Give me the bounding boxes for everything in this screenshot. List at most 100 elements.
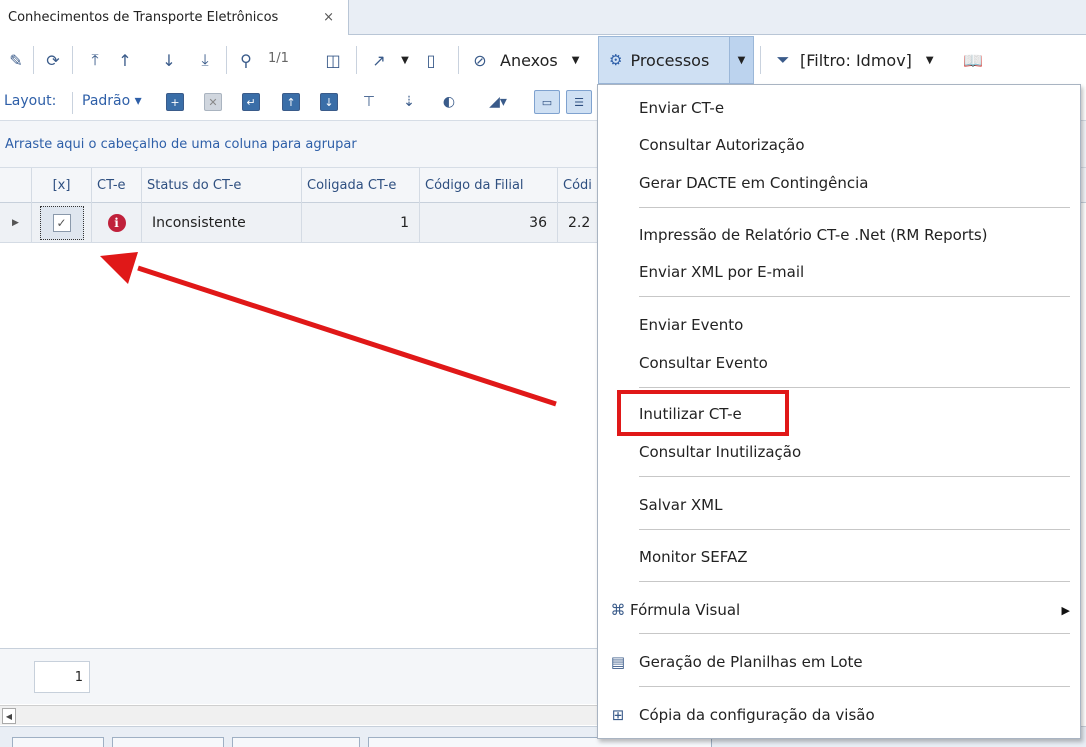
layout-dropdown[interactable]: Padrão ▾ bbox=[82, 93, 142, 109]
separator bbox=[458, 46, 459, 74]
filter-button[interactable]: [Filtro: Idmov] ▼ bbox=[800, 46, 934, 74]
menu-separator bbox=[639, 581, 1070, 582]
separator bbox=[356, 46, 357, 74]
book-icon[interactable]: 📖 bbox=[960, 46, 986, 74]
menu-item-label: Impressão de Relatório CT-e .Net (RM Rep… bbox=[639, 226, 988, 244]
menu-separator bbox=[639, 686, 1070, 687]
columns-icon[interactable]: ◫ bbox=[320, 46, 346, 74]
bottom-tab[interactable] bbox=[232, 737, 360, 747]
tab-document[interactable]: Conhecimentos de Transporte Eletrônicos … bbox=[0, 0, 349, 35]
column-header-cte[interactable]: CT-e bbox=[92, 168, 142, 203]
view-split-icon[interactable]: ☰ bbox=[566, 90, 592, 114]
first-record-icon[interactable]: ⤒ bbox=[84, 46, 106, 74]
separator bbox=[72, 46, 73, 74]
chevron-down-icon[interactable]: ▼ bbox=[729, 37, 753, 83]
menu-item-geracao-planilhas[interactable]: ▤ Geração de Planilhas em Lote bbox=[598, 647, 1080, 677]
tab-strip: Conhecimentos de Transporte Eletrônicos … bbox=[0, 0, 1086, 35]
menu-item-label: Cópia da configuração da visão bbox=[639, 706, 875, 724]
column-header-status[interactable]: Status do CT-e bbox=[142, 168, 302, 203]
pin-icon[interactable]: ⇣ bbox=[400, 93, 418, 111]
menu-item-impressao-relatorio[interactable]: Impressão de Relatório CT-e .Net (RM Rep… bbox=[598, 220, 1080, 250]
previous-record-icon[interactable]: ↑ bbox=[114, 46, 136, 74]
menu-item-label: Monitor SEFAZ bbox=[639, 548, 748, 566]
edit-icon[interactable]: ✎ bbox=[4, 46, 28, 74]
paint-icon[interactable]: ⊤ bbox=[360, 93, 378, 111]
column-header-coligada[interactable]: Coligada CT-e bbox=[302, 168, 420, 203]
view-single-icon[interactable]: ▭ bbox=[534, 90, 560, 114]
chevron-down-icon: ▼ bbox=[571, 54, 580, 66]
menu-item-inutilizar-cte[interactable]: Inutilizar CT-e bbox=[598, 399, 1080, 429]
attachment-icon[interactable]: ⊘ bbox=[470, 46, 490, 74]
horizontal-scrollbar[interactable]: ◀ bbox=[0, 705, 600, 725]
status-cell: Inconsistente bbox=[142, 203, 302, 243]
column-header-codigo[interactable]: Códi bbox=[558, 168, 600, 203]
menu-item-enviar-cte[interactable]: Enviar CT-e bbox=[598, 93, 1080, 123]
menu-item-label: Geração de Planilhas em Lote bbox=[639, 653, 863, 671]
menu-separator bbox=[639, 529, 1070, 530]
chart-icon[interactable]: ◢▾ bbox=[478, 93, 518, 111]
delete-row-icon[interactable]: ✕ bbox=[204, 93, 222, 111]
menu-item-consultar-inutilizacao[interactable]: Consultar Inutilização bbox=[598, 437, 1080, 467]
processos-button[interactable]: ⚙ Processos ▼ bbox=[598, 36, 754, 84]
separator bbox=[33, 46, 34, 74]
chevron-down-icon: ▼ bbox=[925, 54, 934, 66]
save-layout-icon[interactable]: ↵ bbox=[242, 93, 260, 111]
filter-label: [Filtro: Idmov] bbox=[800, 50, 912, 70]
menu-item-formula-visual[interactable]: ⌘ Fórmula Visual ▶ bbox=[598, 595, 1080, 625]
add-row-icon[interactable]: + bbox=[166, 93, 184, 111]
grid-footer: 1 bbox=[0, 648, 600, 704]
bottom-tab[interactable] bbox=[112, 737, 224, 747]
document-icon[interactable]: ▯ bbox=[420, 46, 442, 74]
separator bbox=[72, 92, 73, 114]
processos-label: Processos bbox=[630, 50, 710, 70]
move-down-icon[interactable]: ↓ bbox=[320, 93, 338, 111]
fill-color-icon[interactable]: ◐ bbox=[440, 93, 458, 111]
table-row[interactable]: ▶ ✓ i Inconsistente 1 36 2.2 bbox=[0, 203, 600, 243]
menu-item-salvar-xml[interactable]: Salvar XML bbox=[598, 490, 1080, 520]
menu-item-label: Enviar XML por E-mail bbox=[639, 263, 805, 281]
menu-item-label: Consultar Inutilização bbox=[639, 443, 802, 461]
menu-item-enviar-evento[interactable]: Enviar Evento bbox=[598, 310, 1080, 340]
refresh-icon[interactable]: ⟳ bbox=[40, 46, 66, 74]
info-icon: i bbox=[107, 214, 126, 232]
move-up-icon[interactable]: ↑ bbox=[282, 93, 300, 111]
gear-icon: ⚙ bbox=[609, 51, 623, 69]
menu-item-consultar-autorizacao[interactable]: Consultar Autorização bbox=[598, 130, 1080, 160]
menu-item-label: Gerar DACTE em Contingência bbox=[639, 174, 869, 192]
separator bbox=[760, 46, 761, 74]
submenu-arrow-icon: ▶ bbox=[1061, 603, 1070, 617]
menu-separator bbox=[639, 296, 1070, 297]
layout-label: Layout: bbox=[4, 93, 57, 109]
close-icon[interactable]: × bbox=[323, 10, 334, 25]
open-external-icon[interactable]: ↗ bbox=[366, 46, 392, 74]
next-record-icon[interactable]: ↓ bbox=[158, 46, 180, 74]
menu-separator bbox=[639, 387, 1070, 388]
menu-item-monitor-sefaz[interactable]: Monitor SEFAZ bbox=[598, 542, 1080, 572]
spreadsheet-icon: ▤ bbox=[610, 653, 626, 671]
menu-item-label: Enviar CT-e bbox=[639, 99, 725, 117]
row-pointer-icon: ▶ bbox=[0, 203, 32, 243]
bottom-tab[interactable] bbox=[12, 737, 104, 747]
filial-cell: 36 bbox=[420, 203, 558, 243]
hierarchy-icon: ⌘ bbox=[610, 601, 626, 619]
grid-icon: ⊞ bbox=[611, 706, 625, 724]
scroll-left-icon[interactable]: ◀ bbox=[2, 708, 16, 724]
menu-item-label: Consultar Evento bbox=[639, 354, 768, 372]
page-indicator: 1/1 bbox=[268, 51, 289, 66]
menu-item-consultar-evento[interactable]: Consultar Evento bbox=[598, 348, 1080, 378]
menu-item-copia-configuracao[interactable]: ⊞ Cópia da configuração da visão bbox=[598, 700, 1080, 730]
column-header-select[interactable]: [x] bbox=[32, 168, 92, 203]
menu-item-gerar-dacte[interactable]: Gerar DACTE em Contingência bbox=[598, 168, 1080, 198]
search-icon[interactable]: ⚲ bbox=[234, 46, 258, 74]
chevron-down-icon[interactable]: ▼ bbox=[398, 46, 412, 74]
row-select-cell[interactable]: ✓ bbox=[32, 203, 92, 243]
column-header-filial[interactable]: Código da Filial bbox=[420, 168, 558, 203]
record-count: 1 bbox=[34, 661, 90, 693]
row-checkbox[interactable]: ✓ bbox=[52, 214, 71, 232]
codigo-cell: 2.2 bbox=[568, 215, 591, 231]
last-record-icon[interactable]: ⤓ bbox=[194, 46, 216, 74]
filter-icon[interactable]: ⏷ bbox=[774, 46, 792, 74]
anexos-button[interactable]: Anexos ▼ bbox=[500, 46, 579, 74]
menu-item-enviar-xml-email[interactable]: Enviar XML por E-mail bbox=[598, 257, 1080, 287]
menu-separator bbox=[639, 633, 1070, 634]
